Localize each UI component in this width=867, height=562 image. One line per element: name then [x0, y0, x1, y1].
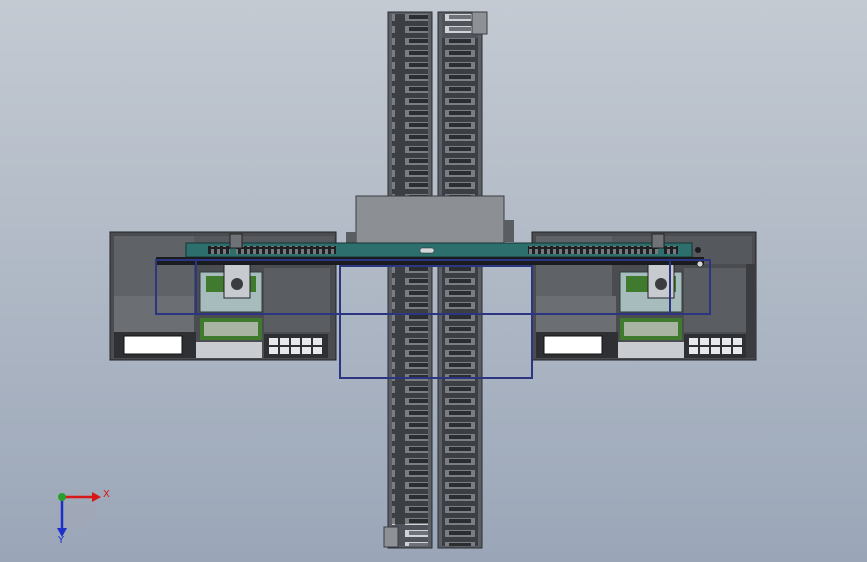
- keypad-key: [313, 338, 322, 345]
- conveyor-top-end-block: [471, 11, 488, 35]
- right-module-end-cap: [746, 264, 756, 358]
- keypad-key: [269, 347, 278, 354]
- keypad-key: [689, 347, 698, 354]
- conveyor-bottom-end-block: [383, 526, 399, 548]
- keypad-key: [722, 338, 731, 345]
- keypad-key: [302, 347, 311, 354]
- keypad-key: [313, 347, 322, 354]
- keypad-key: [280, 347, 289, 354]
- x-axis-label: X: [103, 489, 110, 500]
- left-module-conveyor-bed-inner: [204, 322, 258, 336]
- right-module-bottom-strip: [618, 342, 684, 358]
- keypad-key: [711, 347, 720, 354]
- right-module-side-cover: [684, 268, 746, 332]
- y-axis-label: Y: [57, 535, 65, 546]
- left-module-upper-panel: [114, 236, 194, 296]
- center-housing-side-tab-left: [346, 232, 356, 244]
- cad-assembly-view: X Y: [0, 0, 867, 562]
- right-module-conveyor-bed-inner: [624, 322, 678, 336]
- gantry-rack-left-2: [208, 246, 230, 254]
- gantry-center-slot: [419, 247, 435, 254]
- gantry-rack-right-2: [664, 246, 678, 254]
- right-module-head-nozzle: [655, 278, 667, 290]
- left-module-head-nozzle: [231, 278, 243, 290]
- keypad-key: [722, 347, 731, 354]
- keypad-key: [700, 338, 709, 345]
- gantry-end-left: [229, 233, 243, 249]
- gantry-bolt-right-2: [696, 260, 704, 268]
- keypad-key: [302, 338, 311, 345]
- keypad-key: [291, 338, 300, 345]
- right-module-keypad-area: [684, 334, 748, 358]
- center-housing: [346, 195, 514, 249]
- center-housing-body: [355, 195, 505, 249]
- keypad-key: [269, 338, 278, 345]
- gantry-rack-left: [236, 246, 336, 254]
- gantry-end-right: [651, 233, 665, 249]
- left-module-display-panel: [123, 335, 183, 355]
- left-module-side-cover: [264, 268, 330, 332]
- keypad-key: [689, 338, 698, 345]
- conveyor-left-lane-through: [392, 262, 428, 382]
- keypad-key: [291, 347, 300, 354]
- left-module-keypad-area: [264, 334, 328, 358]
- right-module-display-panel: [543, 335, 603, 355]
- gantry-rack-right: [528, 246, 658, 254]
- keypad-key: [711, 338, 720, 345]
- left-module-bottom-strip: [196, 342, 262, 358]
- gantry-bolt-right: [695, 247, 701, 253]
- keypad-key: [733, 347, 742, 354]
- keypad-key: [700, 347, 709, 354]
- keypad-key: [733, 338, 742, 345]
- center-housing-side-tab: [504, 220, 514, 242]
- conveyor-right-lane-through: [442, 262, 478, 382]
- triad-origin: [58, 493, 66, 501]
- keypad-key: [280, 338, 289, 345]
